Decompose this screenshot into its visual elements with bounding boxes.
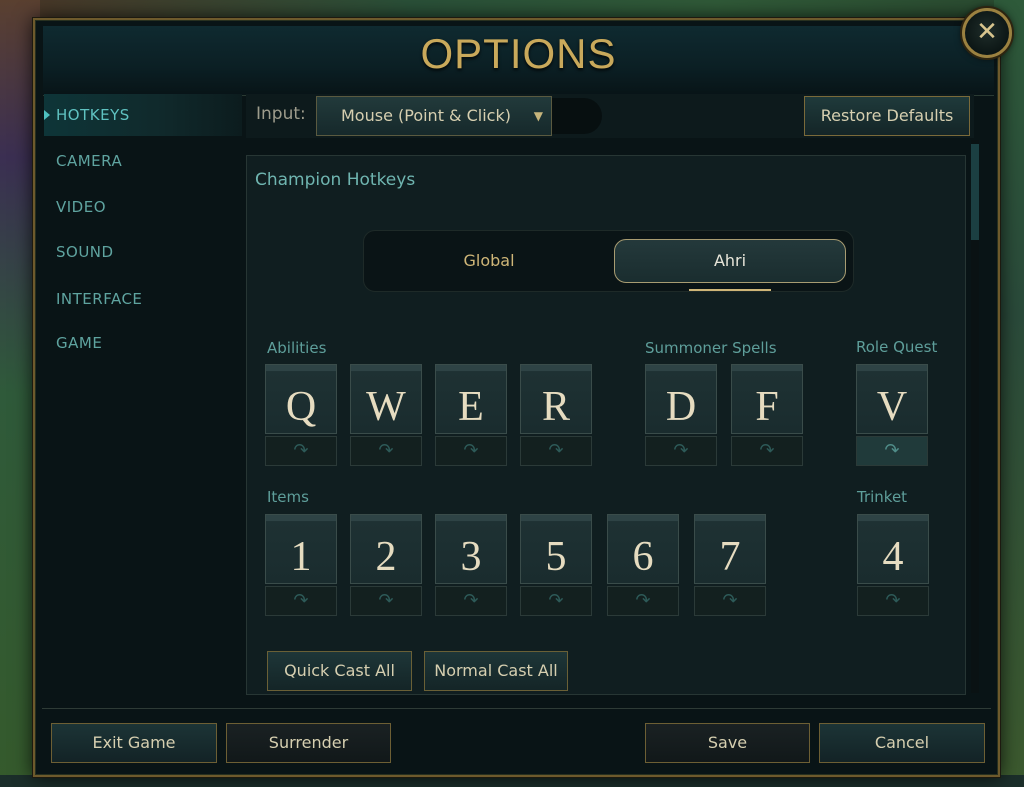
key-label: W [350, 364, 422, 434]
dropdown-tail [552, 98, 602, 134]
hotkey-item-2[interactable]: 2 ↷ [350, 514, 422, 618]
sidebar-item-sound[interactable]: SOUND [44, 231, 242, 273]
key-label: V [856, 364, 928, 434]
key-label: Q [265, 364, 337, 434]
group-label-role-quest: Role Quest [856, 338, 938, 356]
hotkey-item-7[interactable]: 7 ↷ [694, 514, 766, 618]
key-label: 2 [350, 514, 422, 584]
scrollbar-thumb[interactable] [971, 144, 979, 240]
hotkey-trinket-4[interactable]: 4 ↷ [857, 514, 929, 618]
sidebar-item-camera[interactable]: CAMERA [44, 140, 242, 182]
key-label: 6 [607, 514, 679, 584]
surrender-button[interactable]: Surrender [226, 723, 391, 763]
group-label-trinket: Trinket [857, 488, 908, 506]
hotkey-summoner-d[interactable]: D ↷ [645, 364, 717, 468]
quick-cast-toggle-icon[interactable]: ↷ [645, 436, 717, 466]
sidebar-item-game[interactable]: GAME [44, 322, 242, 364]
hotkey-summoner-f[interactable]: F ↷ [731, 364, 803, 468]
key-label: 3 [435, 514, 507, 584]
options-sidebar: HOTKEYS CAMERA VIDEO SOUND INTERFACE GAM… [44, 94, 242, 694]
input-mode-value: Mouse (Point & Click) [341, 106, 511, 125]
hotkey-item-3[interactable]: 3 ↷ [435, 514, 507, 618]
quick-cast-toggle-icon[interactable]: ↷ [435, 586, 507, 616]
window-title: OPTIONS [420, 30, 617, 77]
toggle-champion[interactable]: Ahri [614, 239, 846, 283]
quick-cast-toggle-icon[interactable]: ↷ [520, 436, 592, 466]
key-label: E [435, 364, 507, 434]
quick-cast-toggle-icon[interactable]: ↷ [265, 436, 337, 466]
key-label: 1 [265, 514, 337, 584]
key-label: 5 [520, 514, 592, 584]
key-label: D [645, 364, 717, 434]
quick-cast-toggle-icon[interactable]: ↷ [435, 436, 507, 466]
hotkey-role-quest-v[interactable]: V ↷ [856, 364, 928, 468]
hotkey-item-1[interactable]: 1 ↷ [265, 514, 337, 618]
hotkey-item-5[interactable]: 5 ↷ [520, 514, 592, 618]
hotkey-scope-toggle: Global Ahri [363, 230, 854, 292]
group-label-abilities: Abilities [267, 339, 327, 357]
chevron-down-icon: ▼ [533, 109, 543, 123]
hotkey-item-6[interactable]: 6 ↷ [607, 514, 679, 618]
quick-cast-toggle-icon[interactable]: ↷ [265, 586, 337, 616]
cancel-button[interactable]: Cancel [819, 723, 985, 763]
quick-cast-toggle-icon[interactable]: ↷ [694, 586, 766, 616]
group-label-items: Items [267, 488, 309, 506]
key-label: F [731, 364, 803, 434]
quick-cast-toggle-icon[interactable]: ↷ [731, 436, 803, 466]
quick-cast-toggle-icon[interactable]: ↷ [856, 436, 928, 466]
hotkey-ability-e[interactable]: E ↷ [435, 364, 507, 468]
hotkey-ability-r[interactable]: R ↷ [520, 364, 592, 468]
close-button[interactable]: ✕ [962, 8, 1012, 58]
section-title-champion-hotkeys: Champion Hotkeys [255, 170, 416, 190]
quick-cast-toggle-icon[interactable]: ↷ [857, 586, 929, 616]
hotkey-ability-w[interactable]: W ↷ [350, 364, 422, 468]
exit-game-button[interactable]: Exit Game [51, 723, 217, 763]
toggle-selected-indicator [689, 289, 771, 291]
footer-divider [42, 708, 991, 709]
toggle-global[interactable]: Global [364, 239, 614, 283]
input-row: Input: Mouse (Point & Click) ▼ Restore D… [246, 94, 974, 138]
quick-cast-toggle-icon[interactable]: ↷ [607, 586, 679, 616]
normal-cast-all-button[interactable]: Normal Cast All [424, 651, 568, 691]
input-mode-dropdown[interactable]: Mouse (Point & Click) ▼ [316, 96, 552, 136]
sidebar-item-hotkeys[interactable]: HOTKEYS [44, 94, 242, 136]
save-button[interactable]: Save [645, 723, 810, 763]
sidebar-item-interface[interactable]: INTERFACE [44, 278, 242, 320]
hotkey-ability-q[interactable]: Q ↷ [265, 364, 337, 468]
close-icon: ✕ [976, 17, 998, 47]
input-label: Input: [256, 104, 306, 124]
quick-cast-toggle-icon[interactable]: ↷ [350, 586, 422, 616]
group-label-summoner-spells: Summoner Spells [645, 339, 777, 357]
sidebar-item-video[interactable]: VIDEO [44, 186, 242, 228]
quick-cast-toggle-icon[interactable]: ↷ [520, 586, 592, 616]
quick-cast-toggle-icon[interactable]: ↷ [350, 436, 422, 466]
key-label: 4 [857, 514, 929, 584]
quick-cast-all-button[interactable]: Quick Cast All [267, 651, 412, 691]
game-background-top [0, 0, 1024, 20]
key-label: R [520, 364, 592, 434]
restore-defaults-button[interactable]: Restore Defaults [804, 96, 970, 136]
key-label: 7 [694, 514, 766, 584]
